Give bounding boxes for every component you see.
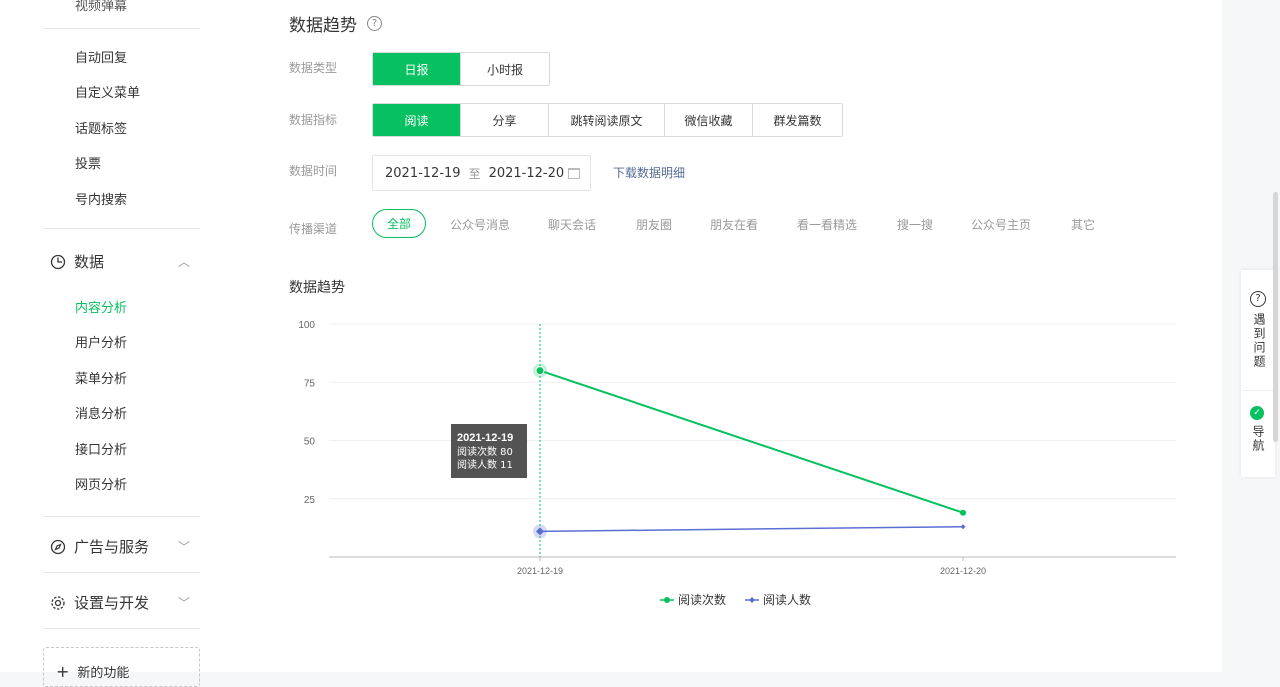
- compass-icon: [50, 539, 66, 554]
- sidebar-item-inner-search[interactable]: 号内搜索: [75, 189, 127, 208]
- sidebar-item-web-analysis[interactable]: 网页分析: [75, 474, 127, 493]
- sidebar-group-label: 数据: [74, 253, 105, 271]
- sidebar-group-label: 设置与开发: [74, 594, 150, 612]
- gear-icon: [51, 595, 65, 610]
- channel-top-stories[interactable]: 看一看精选: [797, 216, 857, 233]
- sidebar-divider: [43, 228, 200, 229]
- help-icon[interactable]: ?: [367, 16, 382, 31]
- navigation-icon: ✓: [1250, 406, 1264, 420]
- new-function-button[interactable]: + 新的功能: [43, 647, 200, 687]
- sidebar-divider: [43, 628, 200, 629]
- sidebar-item-video-danmaku[interactable]: 视频弹幕: [75, 0, 127, 14]
- sidebar-item-content-analysis[interactable]: 内容分析: [75, 297, 127, 316]
- chart-section-title: 数据趋势: [289, 280, 345, 296]
- sidebar-group-settings[interactable]: 设置与开发 ﹀: [50, 592, 190, 613]
- help-text: 遇到问题: [1252, 312, 1266, 369]
- chevron-up-icon: ︿: [178, 255, 191, 269]
- sidebar-item-auto-reply[interactable]: 自动回复: [75, 47, 127, 66]
- page-scrollbar[interactable]: [1273, 192, 1278, 442]
- sidebar-item-menu-analysis[interactable]: 菜单分析: [75, 368, 127, 387]
- time-label: 数据时间: [289, 164, 338, 178]
- right-floating-rail: ? 遇到问题 ✓ 导航: [1241, 270, 1275, 477]
- sidebar-divider: [43, 516, 200, 517]
- new-function-label: 新的功能: [77, 666, 130, 681]
- sidebar-item-api-analysis[interactable]: 接口分析: [75, 439, 127, 458]
- navigation-text: 导航: [1251, 425, 1265, 453]
- date-start: 2021-12-19: [385, 165, 461, 181]
- clock-pie-icon: [50, 254, 66, 269]
- sidebar-item-user-analysis[interactable]: 用户分析: [75, 332, 127, 351]
- chevron-down-icon: ﹀: [178, 596, 191, 610]
- sidebar-item-vote[interactable]: 投票: [75, 153, 101, 172]
- question-icon: ?: [1250, 290, 1266, 307]
- sidebar-group-label: 广告与服务: [74, 538, 150, 556]
- date-end: 2021-12-20: [488, 165, 565, 181]
- metric-read-button[interactable]: 阅读: [373, 104, 461, 136]
- sidebar-group-data[interactable]: 数据 ︿: [50, 251, 190, 272]
- data-type-hourly-button[interactable]: 小时报: [461, 53, 549, 85]
- channel-official-msg[interactable]: 公众号消息: [450, 216, 510, 233]
- channel-profile-page[interactable]: 公众号主页: [971, 216, 1031, 233]
- download-data-link[interactable]: 下载数据明细: [613, 164, 685, 181]
- channel-label: 传播渠道: [289, 222, 338, 236]
- sidebar-item-topic-tags[interactable]: 话题标签: [75, 118, 127, 137]
- channel-all-button[interactable]: 全部: [372, 209, 426, 238]
- sidebar-item-message-analysis[interactable]: 消息分析: [75, 403, 127, 422]
- calendar-icon: [568, 168, 580, 179]
- metric-favorite-button[interactable]: 微信收藏: [665, 104, 753, 136]
- data-type-toggle: 日报 小时报: [372, 52, 550, 86]
- metric-original-link-button[interactable]: 跳转阅读原文: [549, 104, 665, 136]
- channel-chat[interactable]: 聊天会话: [548, 216, 596, 233]
- metric-share-button[interactable]: 分享: [461, 104, 549, 136]
- data-type-label: 数据类型: [289, 61, 338, 75]
- sidebar: 视频弹幕 自动回复 自定义菜单 话题标签 投票 号内搜索 数据 ︿ 内容分析 用…: [0, 0, 253, 687]
- metric-mass-send-button[interactable]: 群发篇数: [753, 104, 842, 136]
- sidebar-divider: [43, 572, 200, 573]
- channel-friends-watching[interactable]: 朋友在看: [710, 216, 758, 233]
- sidebar-item-custom-menu[interactable]: 自定义菜单: [75, 82, 140, 101]
- main-panel: 数据趋势 ? 数据类型 日报 小时报 数据指标 阅读 分享 跳转阅读原文 微信收…: [253, 0, 1222, 672]
- channel-moments[interactable]: 朋友圈: [636, 216, 672, 233]
- date-separator: 至: [468, 166, 481, 181]
- rail-divider: [1243, 390, 1273, 391]
- channel-search[interactable]: 搜一搜: [897, 216, 933, 233]
- page-title: 数据趋势 ?: [289, 11, 382, 36]
- sidebar-group-ads[interactable]: 广告与服务 ﹀: [50, 536, 190, 557]
- sidebar-divider: [43, 28, 200, 29]
- date-range-picker[interactable]: 2021-12-19 至 2021-12-20: [372, 155, 591, 191]
- page-title-text: 数据趋势: [289, 16, 357, 36]
- metric-label: 数据指标: [289, 113, 338, 127]
- metric-toggle: 阅读 分享 跳转阅读原文 微信收藏 群发篇数: [372, 103, 843, 137]
- chevron-down-icon: ﹀: [178, 540, 191, 554]
- data-type-daily-button[interactable]: 日报: [373, 53, 461, 85]
- channel-other[interactable]: 其它: [1071, 216, 1095, 233]
